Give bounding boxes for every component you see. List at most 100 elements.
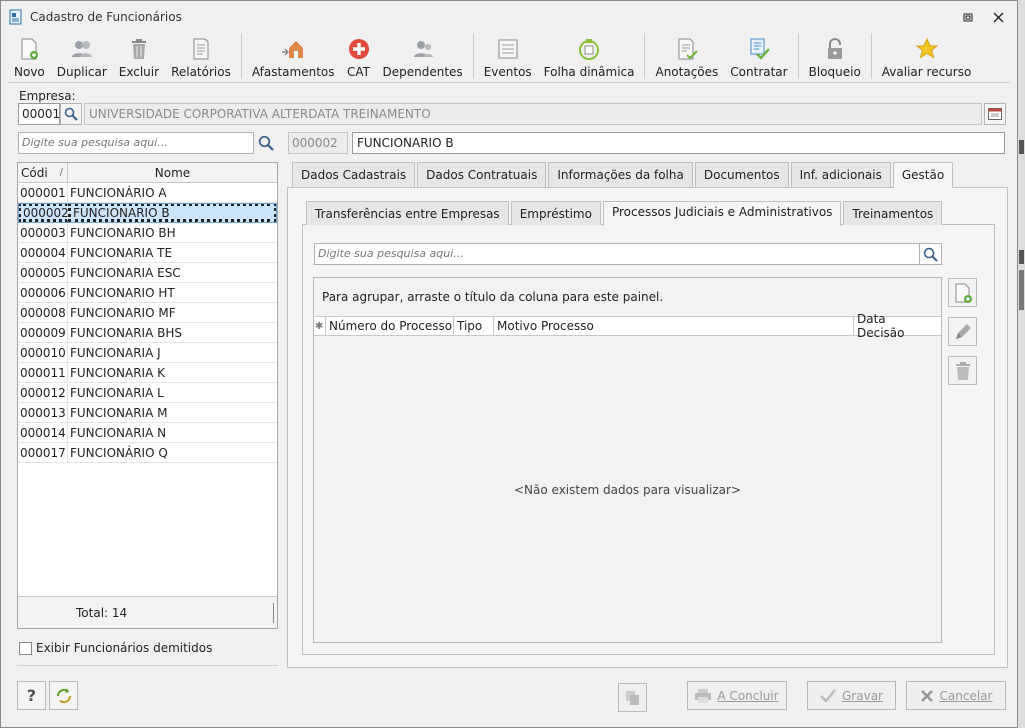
refresh-button[interactable] [49,681,78,710]
column-motivo-processo[interactable]: Motivo Processo [494,317,854,335]
employee-code-cell: 000002 [18,203,69,222]
processos-search-button[interactable] [920,243,942,265]
subtab-treinamentos[interactable]: Treinamentos [843,201,943,225]
search-icon [258,135,274,151]
copy-button[interactable] [618,683,647,712]
house-arrow-icon [281,37,305,61]
contratar-label: Contratar [730,65,788,79]
contratar-button[interactable]: Contratar [724,33,793,79]
tab-informa-es-da-folha[interactable]: Informações da folha [548,162,693,187]
refresh-icon [56,687,71,703]
folha-dinamica-button[interactable]: Folha dinâmica [538,33,641,79]
lock-icon [823,37,847,61]
trash-icon [955,361,970,380]
edit-processo-button[interactable] [948,317,977,346]
empresa-search-button[interactable] [60,103,82,125]
concluir-button[interactable]: A Concluir [687,681,787,710]
column-numero-processo[interactable]: Número do Processo [326,317,454,335]
employee-name-field[interactable]: FUNCIONARIO B [352,132,1005,154]
table-row[interactable]: 000002 FUNCIONARIO B [18,203,277,223]
toolbar-divider [8,82,1010,83]
table-row[interactable]: 000011 FUNCIONARIA K [18,363,277,383]
cancelar-button[interactable]: Cancelar [906,681,1006,710]
table-row[interactable]: 000006 FUNCIONARIO HT [18,283,277,303]
table-row[interactable]: 000010 FUNCIONARIA J [18,343,277,363]
novo-button[interactable]: Novo [8,33,51,79]
contract-check-icon [747,37,771,61]
table-row[interactable]: 000005 FUNCIONARIA ESC [18,263,277,283]
employee-search-input[interactable]: Digite sua pesquisa aqui... [18,132,254,154]
employee-code-cell: 000004 [18,243,68,262]
tab-dados-cadastrais[interactable]: Dados Cadastrais [292,162,416,187]
gravar-label: Gravar [842,688,883,703]
column-data-decisao[interactable]: Data Decisão [854,312,941,340]
toolbar-separator [240,33,242,79]
duplicar-button[interactable]: Duplicar [51,33,113,79]
background-window-edge [1018,0,1025,728]
subtab-processos-judiciais-e-administrativos[interactable]: Processos Judiciais e Administrativos [602,201,842,226]
employee-code-cell: 000012 [18,383,68,402]
table-row[interactable]: 000014 FUNCIONARIA N [18,423,277,443]
excluir-button[interactable]: Excluir [113,33,165,79]
avaliar-recurso-button[interactable]: Avaliar recurso [876,33,978,79]
employee-grid-footer: Total: 14 [18,596,277,628]
toolbar-separator [472,33,474,79]
empty-message: <Não existem dados para visualizar> [513,483,741,497]
table-row[interactable]: 000004 FUNCIONARIA TE [18,243,277,263]
subtab-transfer-ncias-entre-empresas[interactable]: Transferências entre Empresas [306,201,509,225]
help-button[interactable]: ? [17,681,46,710]
processos-search-input[interactable]: Digite sua pesquisa aqui... [314,243,920,265]
empresa-code-input[interactable]: 00001 [18,103,60,125]
column-tipo[interactable]: Tipo [454,317,494,335]
employee-search-button[interactable] [255,132,277,154]
table-row[interactable]: 000003 FUNCIONARIO BH [18,223,277,243]
employee-code-cell: 000008 [18,303,68,322]
question-icon: ? [26,686,37,705]
close-icon[interactable] [991,10,1005,24]
column-header-name[interactable]: Nome [68,163,277,182]
subtab-empr-stimo[interactable]: Empréstimo [510,201,601,225]
anotacoes-button[interactable]: Anotações [649,33,724,79]
footer-divider [273,603,274,623]
table-row[interactable]: 000012 FUNCIONARIA L [18,383,277,403]
bloqueio-button[interactable]: Bloqueio [803,33,867,79]
delete-processo-button[interactable] [948,356,977,385]
table-row[interactable]: 000017 FUNCIONÁRIO Q [18,443,277,463]
add-processo-button[interactable] [948,278,977,307]
afastamentos-label: Afastamentos [251,65,335,79]
employee-name-cell: FUNCIONARIO BH [70,225,176,240]
eventos-button[interactable]: Eventos [478,33,538,79]
employee-name-cell: FUNCIONARIA J [70,345,161,360]
excluir-label: Excluir [118,65,160,79]
employee-name-cell: FUNCIONARIO B [68,203,277,222]
column-header-code[interactable]: Códi / [18,163,68,182]
gravar-button[interactable]: Gravar [807,681,896,710]
restore-icon[interactable] [961,10,975,24]
relatorios-button[interactable]: Relatórios [165,33,237,79]
tab-gest-o[interactable]: Gestão [892,162,954,188]
checkbox-box[interactable] [19,641,32,655]
employee-grid-header: Códi / Nome [18,163,277,183]
star-icon [915,37,939,61]
processos-grid: Para agrupar, arraste o título da coluna… [313,277,942,643]
employee-name-cell: FUNCIONARIA M [70,405,168,420]
table-row[interactable]: 000013 FUNCIONARIA M [18,403,277,423]
tab-inf-adicionais[interactable]: Inf. adicionais [790,162,891,187]
employee-total: Total: 14 [76,605,128,620]
dependentes-button[interactable]: Dependentes [377,33,469,79]
afastamentos-button[interactable]: Afastamentos [246,33,341,79]
table-row[interactable]: 000001 FUNCIONÁRIO A [18,183,277,203]
employee-code-cell: 000003 [18,223,68,242]
tab-dados-contratuais[interactable]: Dados Contratuais [417,162,547,187]
table-row[interactable]: 000008 FUNCIONARIO MF [18,303,277,323]
show-dismissed-checkbox[interactable]: Exibir Funcionários demitidos [19,641,212,655]
tab-documentos[interactable]: Documentos [694,162,789,187]
cat-button[interactable]: CAT [341,33,377,79]
main-tabs: Dados Cadastrais Dados Contratuais Informa… [292,162,955,188]
empresa-details-button[interactable] [984,103,1006,125]
table-row[interactable]: 000009 FUNCIONARIA BHS [18,323,277,343]
group-panel[interactable]: Para agrupar, arraste o título da coluna… [314,278,941,316]
copy-icon [625,690,639,705]
employee-code-cell: 000010 [18,343,68,362]
show-dismissed-label: Exibir Funcionários demitidos [36,641,213,655]
